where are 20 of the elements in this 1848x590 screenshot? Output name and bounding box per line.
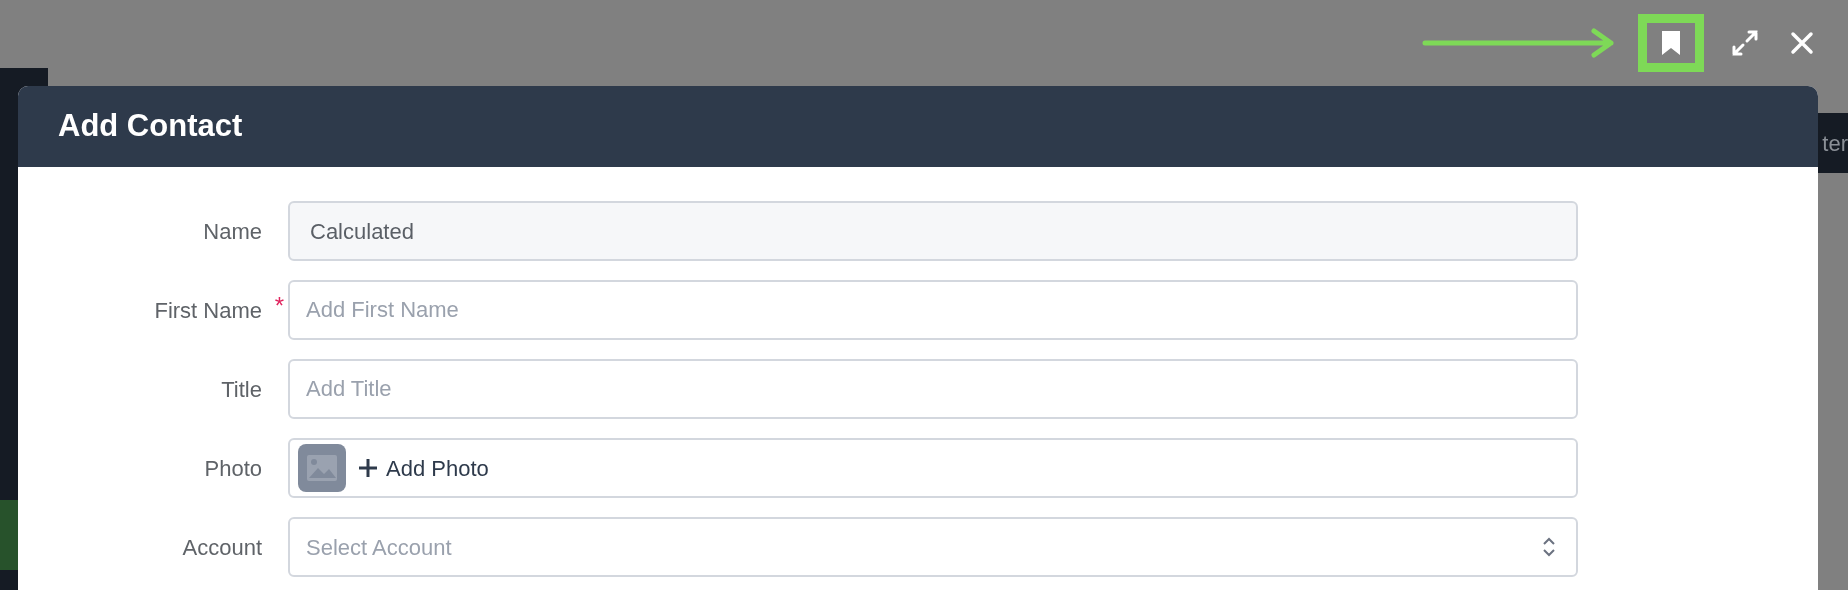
field-label: Name: [203, 217, 262, 246]
text-input-field[interactable]: Add Title: [288, 359, 1578, 419]
background-text: ter: [1822, 129, 1848, 158]
modal-title: Add Contact: [58, 107, 243, 146]
plus-icon: [358, 458, 378, 478]
photo-field[interactable]: Add Photo: [288, 438, 1578, 498]
required-asterisk: *: [274, 290, 284, 321]
add-photo-button[interactable]: Add Photo: [358, 451, 489, 485]
name-field: Calculated: [288, 201, 1578, 261]
sort-caret-icon: [1542, 536, 1556, 558]
field-label: First Name: [154, 296, 262, 325]
field-label: Photo: [204, 454, 262, 483]
bookmark-icon: [1660, 29, 1682, 57]
bookmark-button[interactable]: [1638, 14, 1704, 72]
text-input-field[interactable]: Add First Name: [288, 280, 1578, 340]
field-label: Title: [221, 375, 262, 404]
photo-placeholder-icon: [298, 444, 346, 492]
close-icon: [1790, 31, 1814, 55]
field-label: Account: [182, 533, 262, 562]
expand-icon: [1730, 28, 1760, 58]
